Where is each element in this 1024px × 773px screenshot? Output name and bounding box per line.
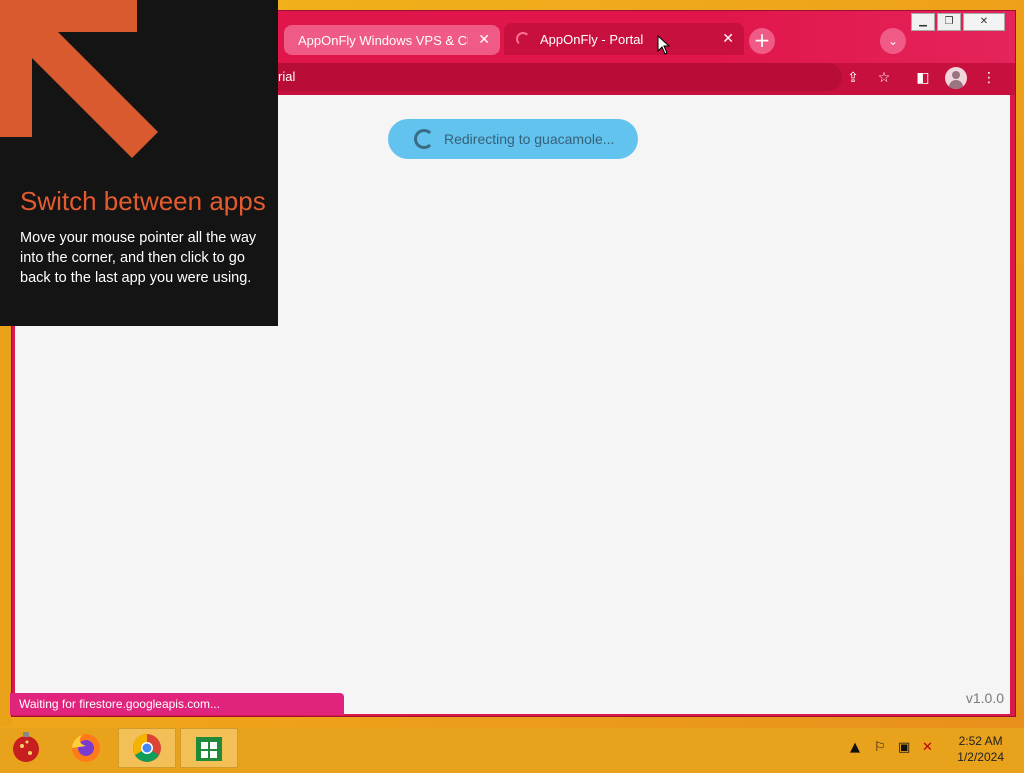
side-panel-icon[interactable]: ◧ — [914, 69, 932, 87]
ornament-icon — [13, 732, 39, 762]
firefox-icon — [72, 734, 100, 762]
loading-spinner-icon — [414, 129, 434, 149]
system-tray: ▲ ⚐ ▣ ✕ 2:52 AM 1/2/2024 — [824, 728, 1024, 768]
bookmark-star-icon[interactable]: ☆ — [875, 69, 893, 87]
chrome-icon — [133, 734, 161, 762]
taskbar: ▲ ⚐ ▣ ✕ 2:52 AM 1/2/2024 — [0, 728, 1024, 768]
tip-body: Move your mouse pointer all the way into… — [20, 230, 257, 286]
close-tab-icon[interactable]: ✕ — [478, 32, 490, 48]
tab-appOnFly-cloud[interactable]: AppOnFly Windows VPS & Cloud ✕ — [284, 25, 500, 55]
store-icon — [196, 737, 222, 761]
taskbar-chrome-app[interactable] — [118, 728, 176, 768]
menu-kebab-icon[interactable]: ⋮ — [980, 69, 998, 87]
volume-muted-icon[interactable]: ✕ — [922, 740, 933, 755]
switch-apps-tip: Switch between apps Move your mouse poin… — [0, 0, 278, 326]
tab-search-button[interactable]: ⌄ — [880, 28, 906, 54]
version-label: v1.0.0 — [965, 690, 1004, 706]
mouse-cursor-icon — [657, 35, 671, 55]
tab-label: AppOnFly Windows VPS & Cloud — [298, 32, 468, 48]
tip-title: Switch between apps — [20, 186, 266, 216]
tab-appOnFly-portal[interactable]: AppOnFly - Portal ✕ — [504, 23, 744, 55]
corner-arrow-icon — [0, 0, 158, 158]
close-window-button[interactable]: ✕ — [963, 13, 1005, 31]
window-controls: ▁ ❐ ✕ — [909, 13, 1005, 31]
network-icon[interactable]: ▣ — [898, 740, 910, 755]
taskbar-firefox-app[interactable] — [58, 728, 116, 768]
action-center-flag-icon[interactable]: ⚐ — [874, 740, 886, 755]
tab-label: AppOnFly - Portal — [540, 31, 644, 47]
redirect-indicator: Redirecting to guacamole... — [388, 119, 638, 159]
clock-time: 2:52 AM — [958, 734, 1003, 748]
maximize-button[interactable]: ❐ — [937, 13, 961, 31]
address-text: rial — [278, 69, 296, 84]
browser-status-bar: Waiting for firestore.googleapis.com... — [10, 693, 344, 715]
clock-date: 1/2/2024 — [957, 750, 1004, 764]
share-icon[interactable]: ⇪ — [844, 69, 862, 87]
new-tab-button[interactable]: + — [749, 28, 775, 54]
show-hidden-icons-icon[interactable]: ▲ — [850, 740, 860, 755]
profile-avatar-icon[interactable] — [945, 67, 967, 89]
redirect-text: Redirecting to guacamole... — [444, 131, 615, 147]
minimize-button[interactable]: ▁ — [911, 13, 935, 31]
loading-spinner-icon — [516, 32, 530, 46]
clock[interactable]: 2:52 AM 1/2/2024 — [957, 733, 1004, 765]
close-tab-icon[interactable]: ✕ — [722, 31, 734, 47]
taskbar-store-app[interactable] — [180, 728, 238, 768]
taskbar-ornament-app[interactable] — [0, 728, 58, 768]
